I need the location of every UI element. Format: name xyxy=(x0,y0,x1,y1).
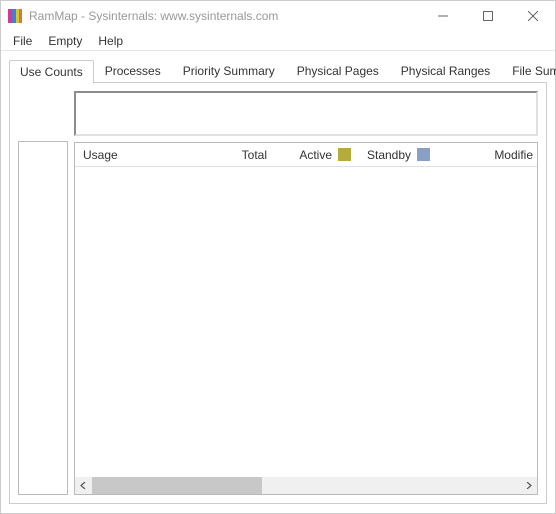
menu-help[interactable]: Help xyxy=(90,32,131,50)
column-header-usage[interactable]: Usage xyxy=(75,148,205,162)
tab-physical-pages[interactable]: Physical Pages xyxy=(286,59,390,82)
titlebar: RamMap - Sysinternals: www.sysinternals.… xyxy=(1,1,555,31)
tab-physical-ranges[interactable]: Physical Ranges xyxy=(390,59,501,82)
left-spacer xyxy=(18,91,68,141)
column-header-total[interactable]: Total xyxy=(205,148,275,162)
usage-table: Usage Total Active Standby Modifie xyxy=(74,142,538,495)
right-pane: Usage Total Active Standby Modifie xyxy=(74,91,538,495)
usage-legend-list[interactable] xyxy=(18,141,68,495)
tabs-row: Use Counts Processes Priority Summary Ph… xyxy=(9,59,547,83)
close-button[interactable] xyxy=(510,1,555,31)
content-area: Use Counts Processes Priority Summary Ph… xyxy=(1,51,555,513)
standby-swatch-icon xyxy=(417,148,430,161)
column-header-active[interactable]: Active xyxy=(275,148,355,162)
scroll-track[interactable] xyxy=(92,477,520,494)
app-icon xyxy=(7,8,23,24)
scroll-left-button[interactable] xyxy=(75,477,92,494)
maximize-button[interactable] xyxy=(465,1,510,31)
column-label-active: Active xyxy=(299,148,332,162)
minimize-button[interactable] xyxy=(420,1,465,31)
scroll-right-button[interactable] xyxy=(520,477,537,494)
menu-empty[interactable]: Empty xyxy=(40,32,90,50)
left-pane xyxy=(18,91,68,495)
window-title: RamMap - Sysinternals: www.sysinternals.… xyxy=(29,9,420,23)
table-header: Usage Total Active Standby Modifie xyxy=(75,143,537,167)
tab-file-summary[interactable]: File Summary xyxy=(501,59,556,82)
tab-use-counts[interactable]: Use Counts xyxy=(9,60,94,83)
column-header-standby[interactable]: Standby xyxy=(355,148,445,162)
table-rows[interactable] xyxy=(75,167,537,477)
column-header-modified[interactable]: Modifie xyxy=(445,148,537,162)
window-controls xyxy=(420,1,555,31)
menu-file[interactable]: File xyxy=(5,32,40,50)
menubar: File Empty Help xyxy=(1,31,555,51)
scroll-thumb[interactable] xyxy=(92,477,262,494)
tab-priority-summary[interactable]: Priority Summary xyxy=(172,59,286,82)
tab-panel-use-counts: Usage Total Active Standby Modifie xyxy=(9,83,547,504)
usage-chart xyxy=(74,91,538,136)
tab-processes[interactable]: Processes xyxy=(94,59,172,82)
horizontal-scrollbar[interactable] xyxy=(75,477,537,494)
column-label-standby: Standby xyxy=(367,148,411,162)
active-swatch-icon xyxy=(338,148,351,161)
